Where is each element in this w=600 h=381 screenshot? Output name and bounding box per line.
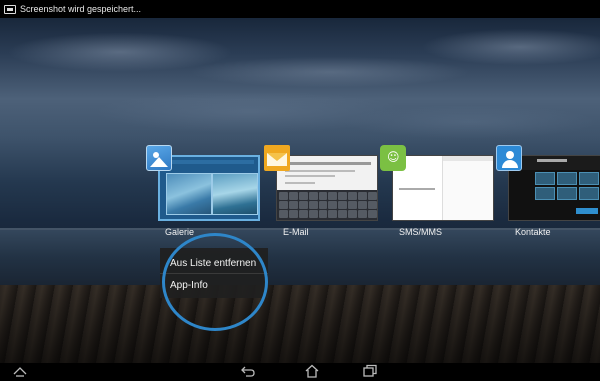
recent-apps-icon[interactable] bbox=[358, 364, 382, 380]
email-text-line bbox=[285, 170, 355, 172]
recent-app-label: SMS/MMS bbox=[399, 227, 443, 237]
contacts-icon[interactable] bbox=[496, 145, 522, 171]
highlight-circle bbox=[162, 233, 268, 331]
recent-app-sms[interactable]: ☺ SMS/MMS bbox=[380, 145, 494, 237]
home-icon[interactable] bbox=[300, 364, 324, 380]
email-thumbnail[interactable] bbox=[276, 155, 378, 221]
wallpaper-sea bbox=[0, 230, 600, 285]
screenshot-icon bbox=[4, 4, 16, 14]
wallpaper-clouds bbox=[0, 12, 600, 162]
email-icon[interactable] bbox=[264, 145, 290, 171]
gallery-toolbar bbox=[164, 160, 254, 164]
sms-icon[interactable]: ☺ bbox=[380, 145, 406, 171]
contacts-title bbox=[537, 159, 567, 162]
recent-app-kontakte[interactable]: Kontakte bbox=[496, 145, 600, 237]
recent-app-email[interactable]: E-Mail bbox=[264, 145, 378, 237]
sms-thumbnail[interactable] bbox=[392, 155, 494, 221]
recent-app-label: E-Mail bbox=[283, 227, 309, 237]
wallpaper-shade bbox=[0, 285, 600, 363]
recent-apps-screen: Screenshot wird gespeichert... Galerie E bbox=[0, 0, 600, 381]
gallery-album bbox=[166, 173, 212, 215]
status-bar: Screenshot wird gespeichert... bbox=[0, 0, 600, 18]
email-text-line bbox=[285, 175, 335, 177]
gallery-album bbox=[212, 173, 258, 215]
contacts-action bbox=[576, 208, 598, 214]
status-notification-text: Screenshot wird gespeichert... bbox=[20, 4, 142, 14]
dial-pad bbox=[535, 172, 599, 200]
recent-app-label: Galerie bbox=[165, 227, 195, 237]
gallery-icon[interactable] bbox=[146, 145, 172, 171]
navigation-bar bbox=[0, 363, 600, 381]
back-icon[interactable] bbox=[236, 364, 260, 380]
keyboard bbox=[277, 190, 377, 220]
expand-up-icon[interactable] bbox=[8, 364, 32, 380]
sms-text-line bbox=[399, 188, 435, 190]
recent-app-label: Kontakte bbox=[515, 227, 551, 237]
galerie-thumbnail[interactable] bbox=[158, 155, 260, 221]
recent-app-galerie[interactable]: Galerie bbox=[146, 145, 260, 237]
email-header bbox=[285, 162, 371, 165]
email-text-line bbox=[285, 182, 315, 184]
